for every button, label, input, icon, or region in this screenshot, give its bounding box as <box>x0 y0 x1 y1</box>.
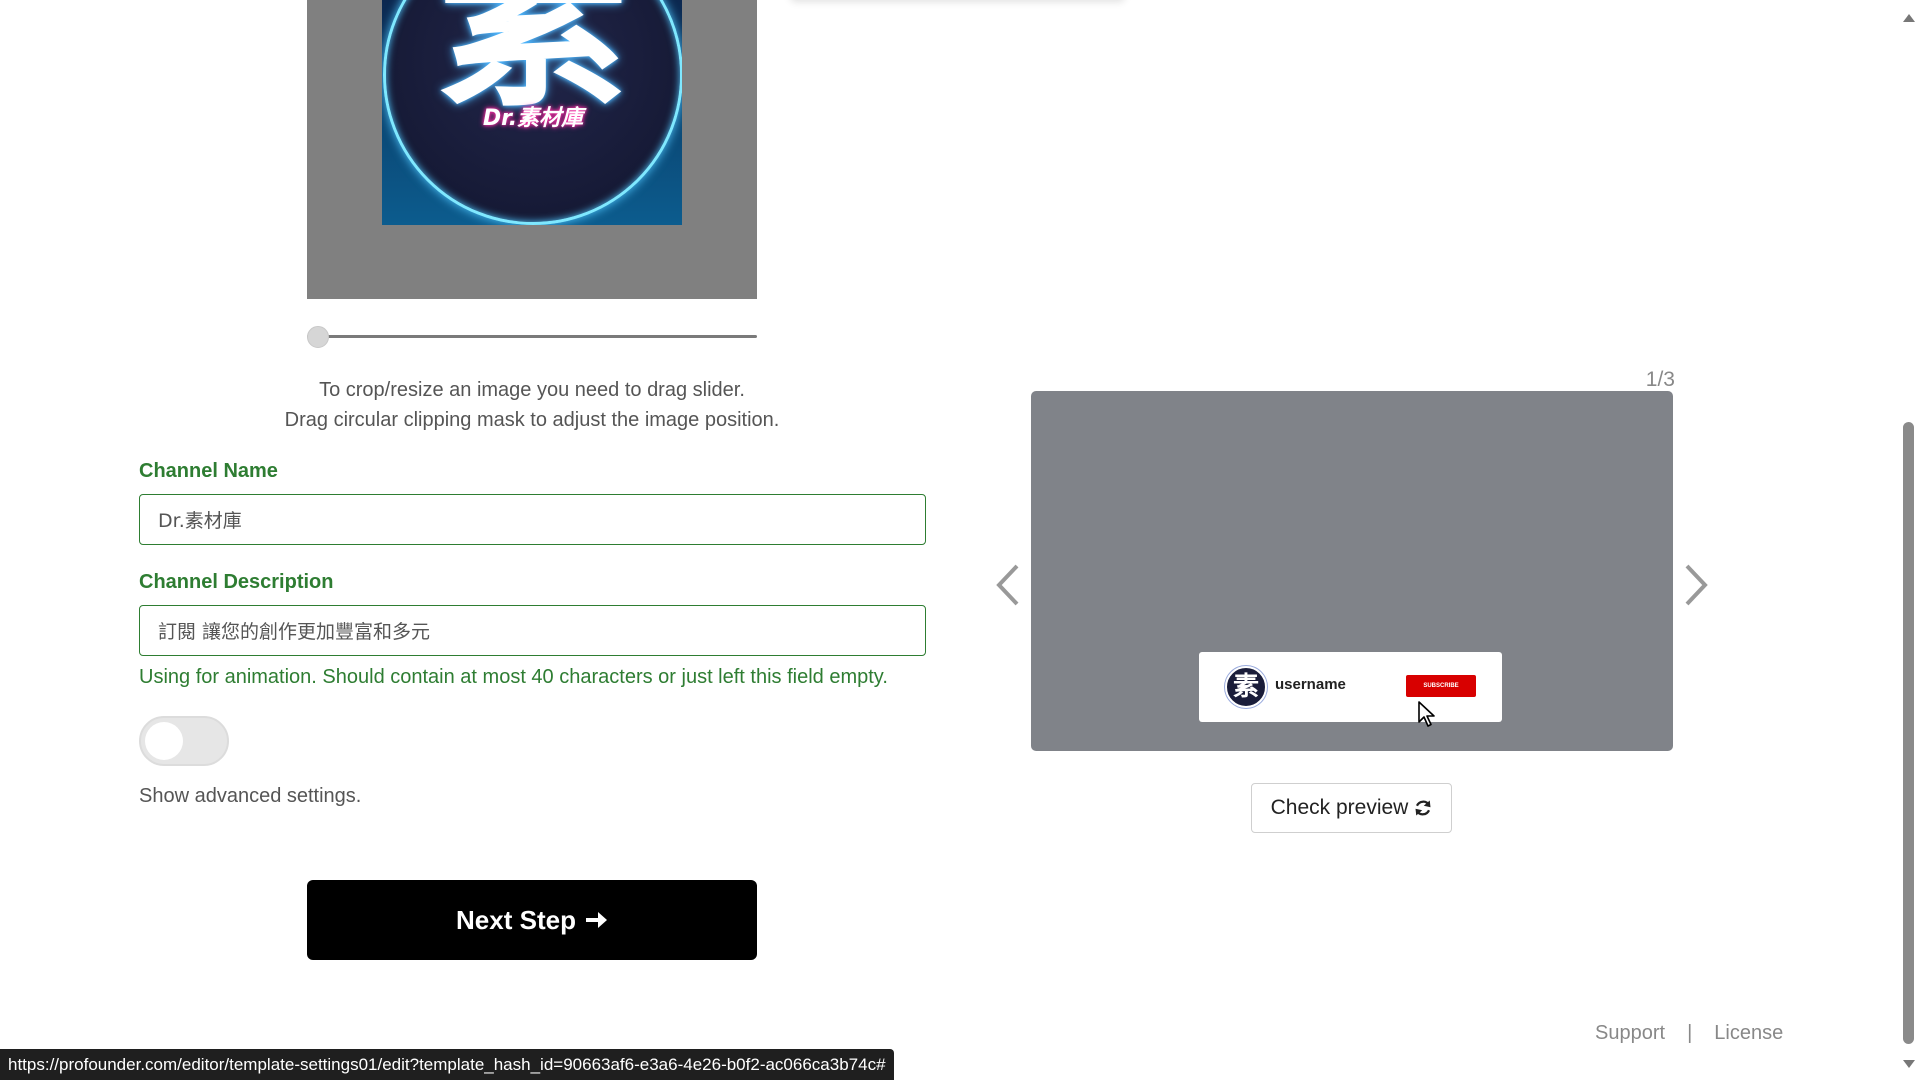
chevron-left-icon[interactable] <box>993 562 1023 608</box>
status-bar-url: https://profounder.com/editor/template-s… <box>0 1049 894 1080</box>
preview-counter: 1/3 <box>1645 368 1675 391</box>
crop-hint: To crop/resize an image you need to drag… <box>139 375 925 435</box>
arrow-right-icon <box>585 912 607 928</box>
advanced-settings-label: Show advanced settings. <box>139 785 362 807</box>
channel-name-input[interactable]: Dr.素材庫 <box>139 494 926 545</box>
chevron-right-icon[interactable] <box>1681 562 1711 608</box>
mouse-cursor-icon <box>1418 701 1435 727</box>
channel-description-label: Channel Description <box>139 571 334 593</box>
logo-brand-text: Dr.素材庫 <box>482 106 584 131</box>
circular-clipping-mask[interactable]: 素 Dr.素材庫 <box>383 0 682 225</box>
scroll-down-icon[interactable] <box>1903 1060 1915 1068</box>
crop-hint-line1: To crop/resize an image you need to drag… <box>319 379 745 401</box>
license-link[interactable]: License <box>1714 1022 1783 1045</box>
image-crop-area[interactable]: 素 Dr.素材庫 <box>307 0 757 299</box>
page-scrollbar[interactable] <box>1897 0 1920 1080</box>
avatar: 素 <box>1225 666 1267 708</box>
channel-name-label: Channel Name <box>139 460 278 482</box>
check-preview-label: Check preview <box>1270 796 1409 819</box>
slider-thumb[interactable] <box>307 326 329 348</box>
check-preview-button[interactable]: Check preview <box>1251 783 1452 833</box>
footer-links: Support | License <box>1595 1022 1783 1045</box>
logo-image[interactable]: 素 Dr.素材庫 <box>382 0 682 225</box>
preview-username: username <box>1275 676 1346 693</box>
template-settings-page: 素 Dr.素材庫 To crop/resize an image you nee… <box>0 0 1920 1080</box>
animation-preview: 素 username SUBSCRIBE <box>1031 391 1673 751</box>
slider-track[interactable] <box>307 335 757 338</box>
subscribe-card: 素 username SUBSCRIBE <box>1199 652 1502 722</box>
channel-description-input[interactable]: 訂閱 讓您的創作更加豐富和多元 <box>139 605 926 656</box>
channel-description-help: Using for animation. Should contain at m… <box>139 666 888 688</box>
scroll-up-icon[interactable] <box>1903 14 1915 22</box>
refresh-icon <box>1415 800 1431 816</box>
footer-separator: | <box>1687 1022 1693 1044</box>
toggle-knob <box>145 722 183 760</box>
channel-description-value: 訂閱 讓您的創作更加豐富和多元 <box>158 621 431 643</box>
scrollbar-thumb[interactable] <box>1903 422 1914 1044</box>
next-step-button[interactable]: Next Step <box>307 880 757 960</box>
advanced-settings-toggle[interactable] <box>139 716 229 766</box>
crop-resize-slider[interactable] <box>307 326 757 348</box>
support-link[interactable]: Support <box>1595 1022 1665 1045</box>
channel-name-value: Dr.素材庫 <box>158 510 242 532</box>
preview-subscribe-button: SUBSCRIBE <box>1406 675 1476 697</box>
crop-hint-line2: Drag circular clipping mask to adjust th… <box>284 409 780 431</box>
next-step-label: Next Step <box>456 904 576 935</box>
